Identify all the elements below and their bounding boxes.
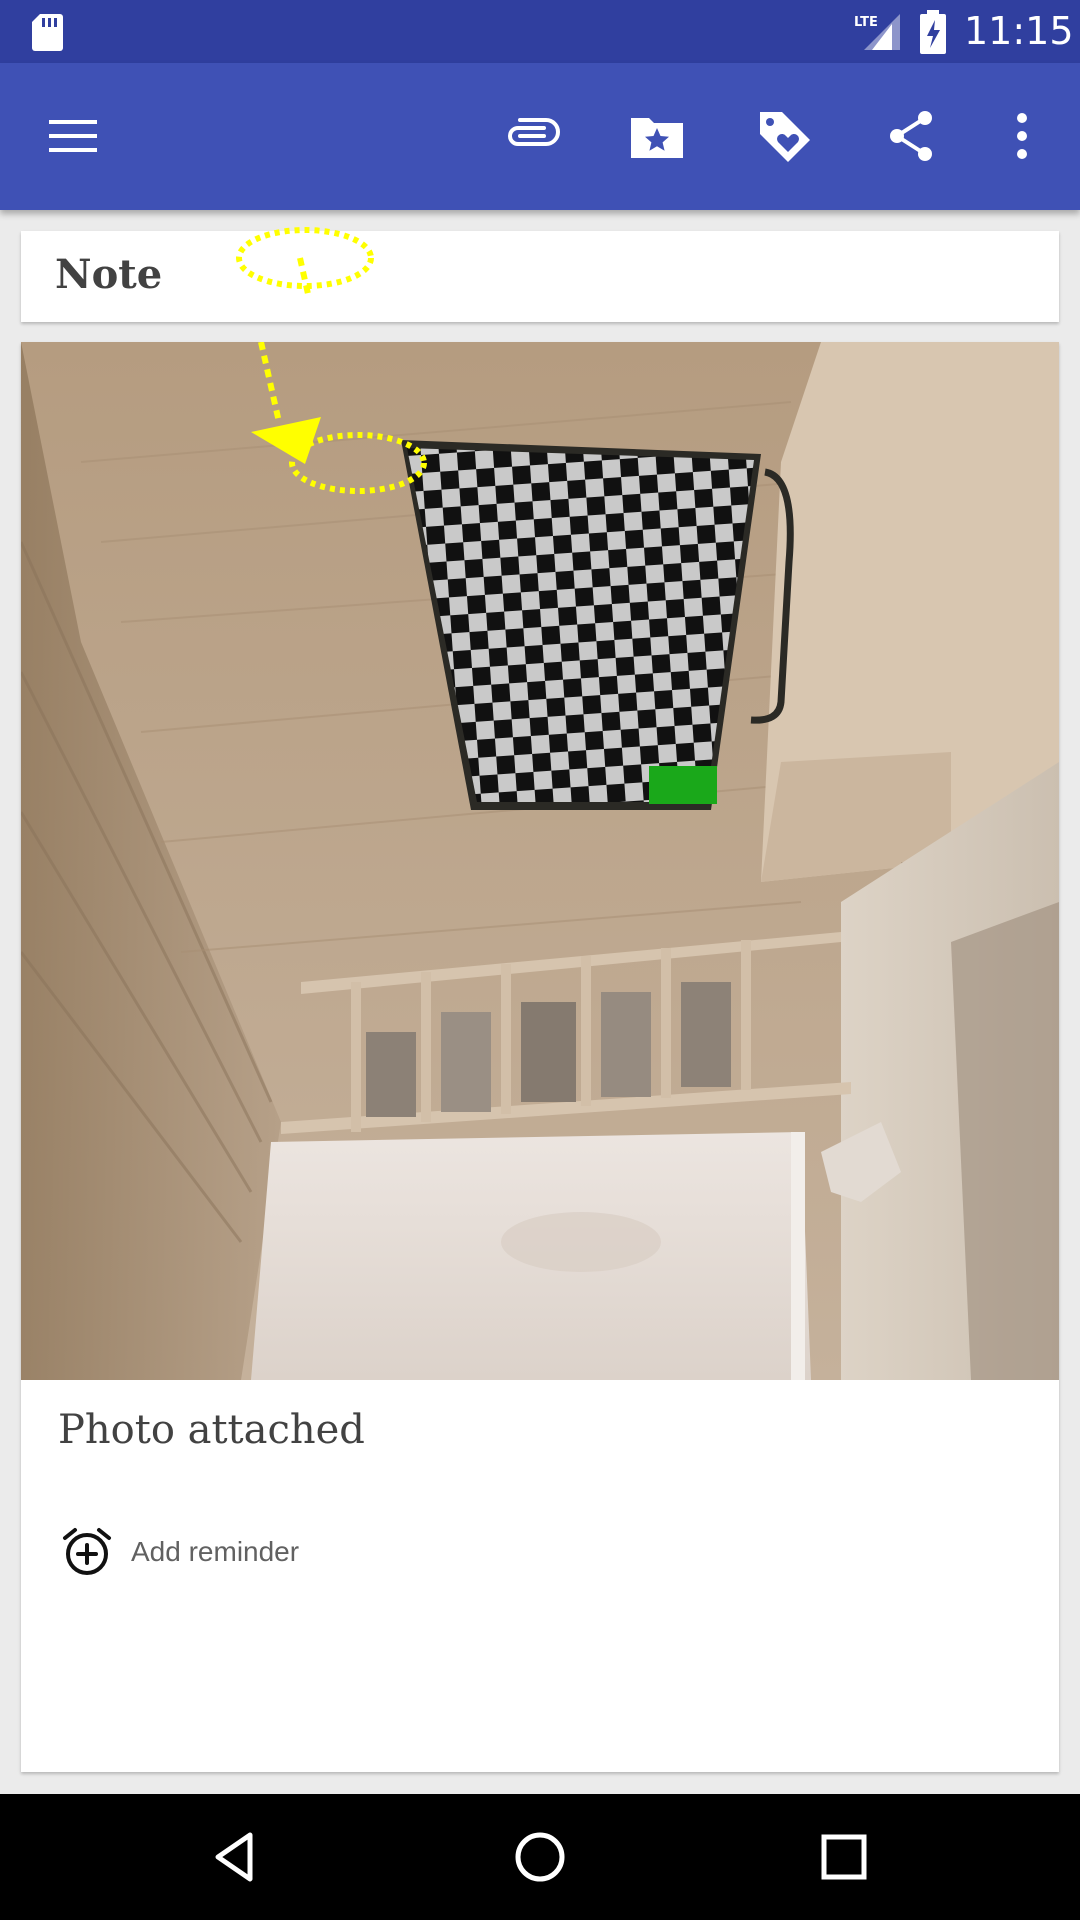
home-icon <box>515 1832 565 1882</box>
annotation-ellipse-source <box>236 227 374 294</box>
tag-button[interactable] <box>744 96 824 176</box>
note-title-card[interactable]: Note <box>21 231 1059 322</box>
alarm-add-icon <box>63 1528 111 1575</box>
sd-card-icon <box>32 14 63 51</box>
back-icon <box>215 1832 253 1882</box>
green-marker <box>649 766 717 804</box>
note-caption[interactable]: Photo attached <box>58 1407 365 1453</box>
battery-charging-icon <box>920 10 946 54</box>
more-vert-icon <box>1017 113 1027 159</box>
note-content-card: Photo attached Add reminder <box>21 342 1059 1772</box>
attached-photo[interactable] <box>21 342 1059 1380</box>
share-button[interactable] <box>871 96 951 176</box>
note-title[interactable]: Note <box>55 251 162 298</box>
app-bar <box>0 63 1080 210</box>
signal-icon: LTE <box>854 14 900 50</box>
room-photo <box>21 342 1059 1380</box>
attachment-icon <box>508 118 560 146</box>
home-button[interactable] <box>500 1817 580 1897</box>
svg-text:LTE: LTE <box>854 15 878 30</box>
attach-button[interactable] <box>490 96 570 176</box>
back-button[interactable] <box>196 1817 276 1897</box>
menu-button[interactable] <box>33 96 113 176</box>
tag-heart-icon <box>760 112 810 162</box>
more-options-button[interactable] <box>982 96 1062 176</box>
add-reminder-label: Add reminder <box>131 1536 300 1567</box>
status-bar: LTE 11:15 <box>0 0 1080 63</box>
add-reminder-button[interactable]: Add reminder <box>61 1522 381 1582</box>
recents-button[interactable] <box>804 1817 884 1897</box>
status-clock: 11:15 <box>964 9 1074 53</box>
share-icon <box>890 111 932 161</box>
recents-icon <box>821 1834 867 1880</box>
category-button[interactable] <box>617 96 697 176</box>
menu-icon <box>49 120 97 152</box>
navigation-bar <box>0 1794 1080 1920</box>
folder-star-icon <box>631 118 683 158</box>
